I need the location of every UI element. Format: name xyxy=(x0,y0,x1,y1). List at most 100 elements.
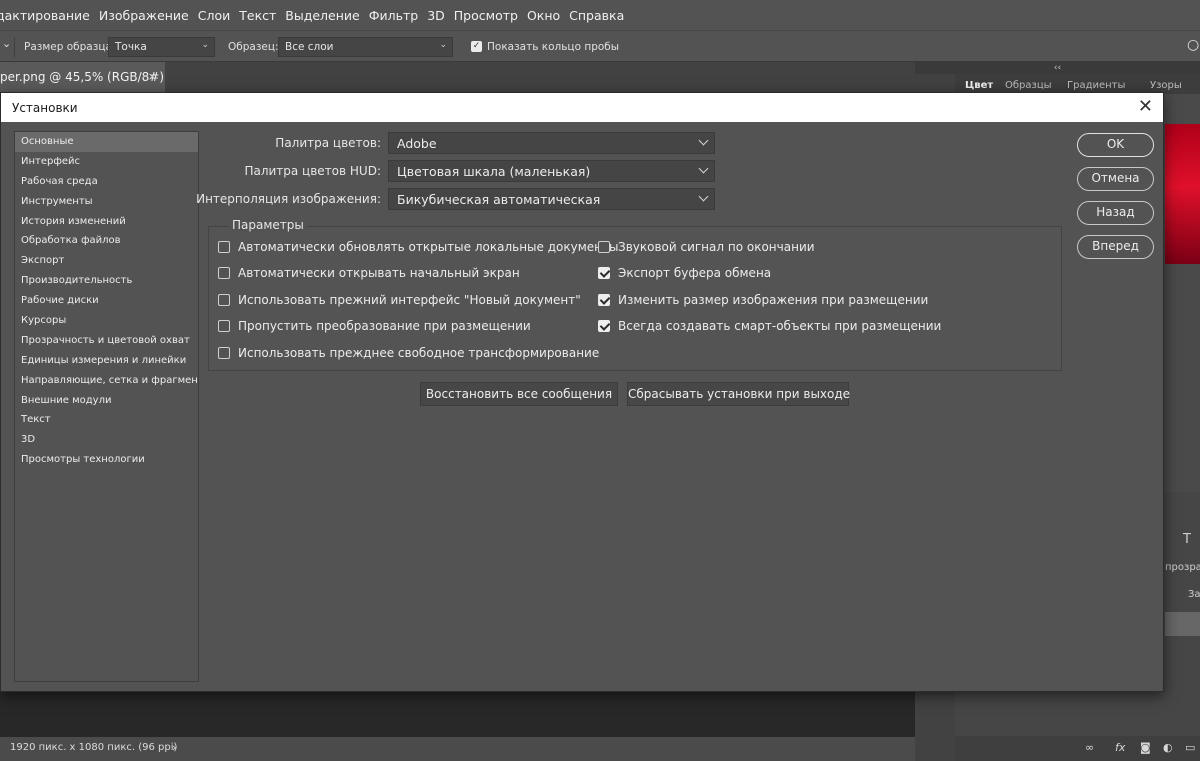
menu-filter[interactable]: Фильтр xyxy=(369,8,418,23)
menu-view[interactable]: Просмотр xyxy=(454,8,518,23)
sidebar-item-plugins[interactable]: Внешние модули xyxy=(15,391,198,411)
menu-window[interactable]: Окно xyxy=(527,8,560,23)
reset-on-exit-button[interactable]: Сбрасывать установки при выходе xyxy=(627,382,850,406)
option-label: Экспорт буфера обмена xyxy=(618,266,772,280)
option-skip-transform[interactable]: Пропустить преобразование при размещении xyxy=(218,319,531,333)
sample-size-label: Размер образца: xyxy=(24,41,116,53)
text-layer-filter-icon[interactable]: T xyxy=(1183,532,1191,547)
menu-select[interactable]: Выделение xyxy=(285,8,359,23)
document-tab-title: per.png @ 45,5% (RGB/8#) * xyxy=(0,70,165,84)
menu-3d[interactable]: 3D xyxy=(427,8,445,23)
sidebar-item-transparency[interactable]: Прозрачность и цветовой охват xyxy=(15,331,198,351)
menu-text[interactable]: Текст xyxy=(239,8,276,23)
sidebar-item-tools[interactable]: Инструменты xyxy=(15,192,198,212)
chevron-down-icon: ⌄ xyxy=(439,40,447,50)
option-label: Изменить размер изображения при размещен… xyxy=(618,293,929,307)
hud-picker-select[interactable]: Цветовая шкала (маленькая) xyxy=(388,160,715,182)
forward-button[interactable]: Вперед xyxy=(1077,235,1154,259)
option-legacy-free-transform[interactable]: Использовать прежднее свободное трансфор… xyxy=(218,346,599,360)
sample-select[interactable]: Все слои ⌄ xyxy=(278,37,453,57)
sidebar-item-general[interactable]: Основные xyxy=(15,132,198,152)
layers-panel-footer: ∞ fx ◙ ◐ ▭ xyxy=(955,736,1200,761)
hud-picker-label: Палитра цветов HUD: xyxy=(244,164,381,178)
option-legacy-new-document[interactable]: Использовать прежний интерфейс "Новый до… xyxy=(218,293,581,307)
menu-help[interactable]: Справка xyxy=(569,8,624,23)
option-beep-when-done[interactable]: Звуковой сигнал по окончании xyxy=(598,240,815,254)
sidebar-item-export[interactable]: Экспорт xyxy=(15,251,198,271)
tool-preset-chevron-icon[interactable]: ⌄ xyxy=(2,37,11,50)
sidebar-item-type[interactable]: Текст xyxy=(15,410,198,430)
option-auto-show-home[interactable]: Автоматически открывать начальный экран xyxy=(218,266,520,280)
cancel-button[interactable]: Отмена xyxy=(1077,167,1154,191)
menu-edit[interactable]: дактирование xyxy=(0,8,90,23)
option-export-clipboard[interactable]: Экспорт буфера обмена xyxy=(598,266,771,280)
mask-icon[interactable]: ◙ xyxy=(1140,741,1151,754)
tab-color[interactable]: Цвет xyxy=(965,80,993,91)
checkbox[interactable] xyxy=(218,347,230,359)
sidebar-item-technology-previews[interactable]: Просмотры технологии xyxy=(15,450,198,470)
menu-image[interactable]: Изображение xyxy=(99,8,189,23)
fx-icon[interactable]: fx xyxy=(1115,741,1125,754)
chevron-down-icon: ⌄ xyxy=(201,40,209,50)
link-icon[interactable]: ∞ xyxy=(1085,741,1094,754)
interpolation-select[interactable]: Бикубическая автоматическая xyxy=(388,188,715,210)
close-icon[interactable]: × xyxy=(148,70,157,83)
color-picker-label: Палитра цветов: xyxy=(275,136,381,150)
restore-messages-button[interactable]: Восстановить все сообщения xyxy=(420,382,618,406)
color-field[interactable] xyxy=(1165,124,1200,264)
sidebar-item-history[interactable]: История изменений xyxy=(15,212,198,232)
option-auto-update-docs[interactable]: Автоматически обновлять открытые локальн… xyxy=(218,240,618,254)
sidebar-item-cursors[interactable]: Курсоры xyxy=(15,311,198,331)
collapse-panels-icon[interactable]: ‹‹ xyxy=(915,62,1200,74)
checkbox[interactable] xyxy=(218,294,230,306)
document-tab[interactable]: per.png @ 45,5% (RGB/8#) * × xyxy=(0,62,165,92)
checkbox[interactable] xyxy=(598,320,610,332)
sidebar-item-file-handling[interactable]: Обработка файлов xyxy=(15,231,198,251)
sidebar-item-interface[interactable]: Интерфейс xyxy=(15,152,198,172)
document-size-text: 1920 пикс. x 1080 пикс. (96 ppi) xyxy=(10,742,178,753)
sidebar-item-scratch-disks[interactable]: Рабочие диски xyxy=(15,291,198,311)
color-picker-select[interactable]: Adobe xyxy=(388,132,715,154)
tab-patterns[interactable]: Узоры xyxy=(1150,80,1182,91)
checkbox[interactable] xyxy=(598,294,610,306)
tab-gradients[interactable]: Градиенты xyxy=(1067,80,1125,91)
sidebar-item-guides[interactable]: Направляющие, сетка и фрагменты xyxy=(15,371,198,391)
ok-button[interactable]: OK xyxy=(1077,133,1154,157)
option-label: Звуковой сигнал по окончании xyxy=(618,240,815,254)
checkbox[interactable] xyxy=(218,241,230,253)
status-bar: 1920 пикс. x 1080 пикс. (96 ppi) › xyxy=(0,737,915,761)
option-label: Использовать прежднее свободное трансфор… xyxy=(238,346,600,360)
checkbox[interactable] xyxy=(218,320,230,332)
sidebar-item-3d[interactable]: 3D xyxy=(15,430,198,450)
option-resize-on-place[interactable]: Изменить размер изображения при размещен… xyxy=(598,293,928,307)
checkbox[interactable] xyxy=(598,241,610,253)
option-label: Всегда создавать смарт-объекты при разме… xyxy=(618,319,942,333)
option-label: Использовать прежний интерфейс "Новый до… xyxy=(238,293,581,307)
status-menu-arrow-icon[interactable]: › xyxy=(172,741,176,754)
sidebar-item-units[interactable]: Единицы измерения и линейки xyxy=(15,351,198,371)
preferences-category-list: Основные Интерфейс Рабочая среда Инструм… xyxy=(14,131,199,682)
sidebar-item-workspace[interactable]: Рабочая среда xyxy=(15,172,198,192)
sample-size-value: Точка xyxy=(115,41,147,53)
selected-layer-row[interactable] xyxy=(1165,612,1200,636)
sample-value: Все слои xyxy=(285,41,334,53)
back-button[interactable]: Назад xyxy=(1077,201,1154,225)
tab-swatches[interactable]: Образцы xyxy=(1005,80,1052,91)
menu-bar: дактирование Изображение Слои Текст Выде… xyxy=(0,0,1200,30)
checkbox[interactable] xyxy=(598,267,610,279)
close-icon[interactable]: ✕ xyxy=(1138,96,1153,117)
search-icon[interactable]: ○ xyxy=(1187,37,1199,53)
sample-size-select[interactable]: Точка ⌄ xyxy=(108,37,215,57)
color-picker-value: Adobe xyxy=(397,136,437,151)
interpolation-label: Интерполяция изображения: xyxy=(196,192,381,206)
chevron-down-icon xyxy=(698,191,709,202)
sidebar-item-performance[interactable]: Производительность xyxy=(15,271,198,291)
adjustment-layer-icon[interactable]: ◐ xyxy=(1163,741,1173,754)
show-ring-label: Показать кольцо пробы xyxy=(487,41,620,53)
show-ring-checkbox[interactable]: ✓ xyxy=(471,41,482,52)
hud-picker-value: Цветовая шкала (маленькая) xyxy=(397,164,591,179)
group-folder-icon[interactable]: ▭ xyxy=(1185,741,1195,754)
checkbox[interactable] xyxy=(218,267,230,279)
menu-layers[interactable]: Слои xyxy=(198,8,231,23)
option-always-smart-objects[interactable]: Всегда создавать смарт-объекты при разме… xyxy=(598,319,941,333)
